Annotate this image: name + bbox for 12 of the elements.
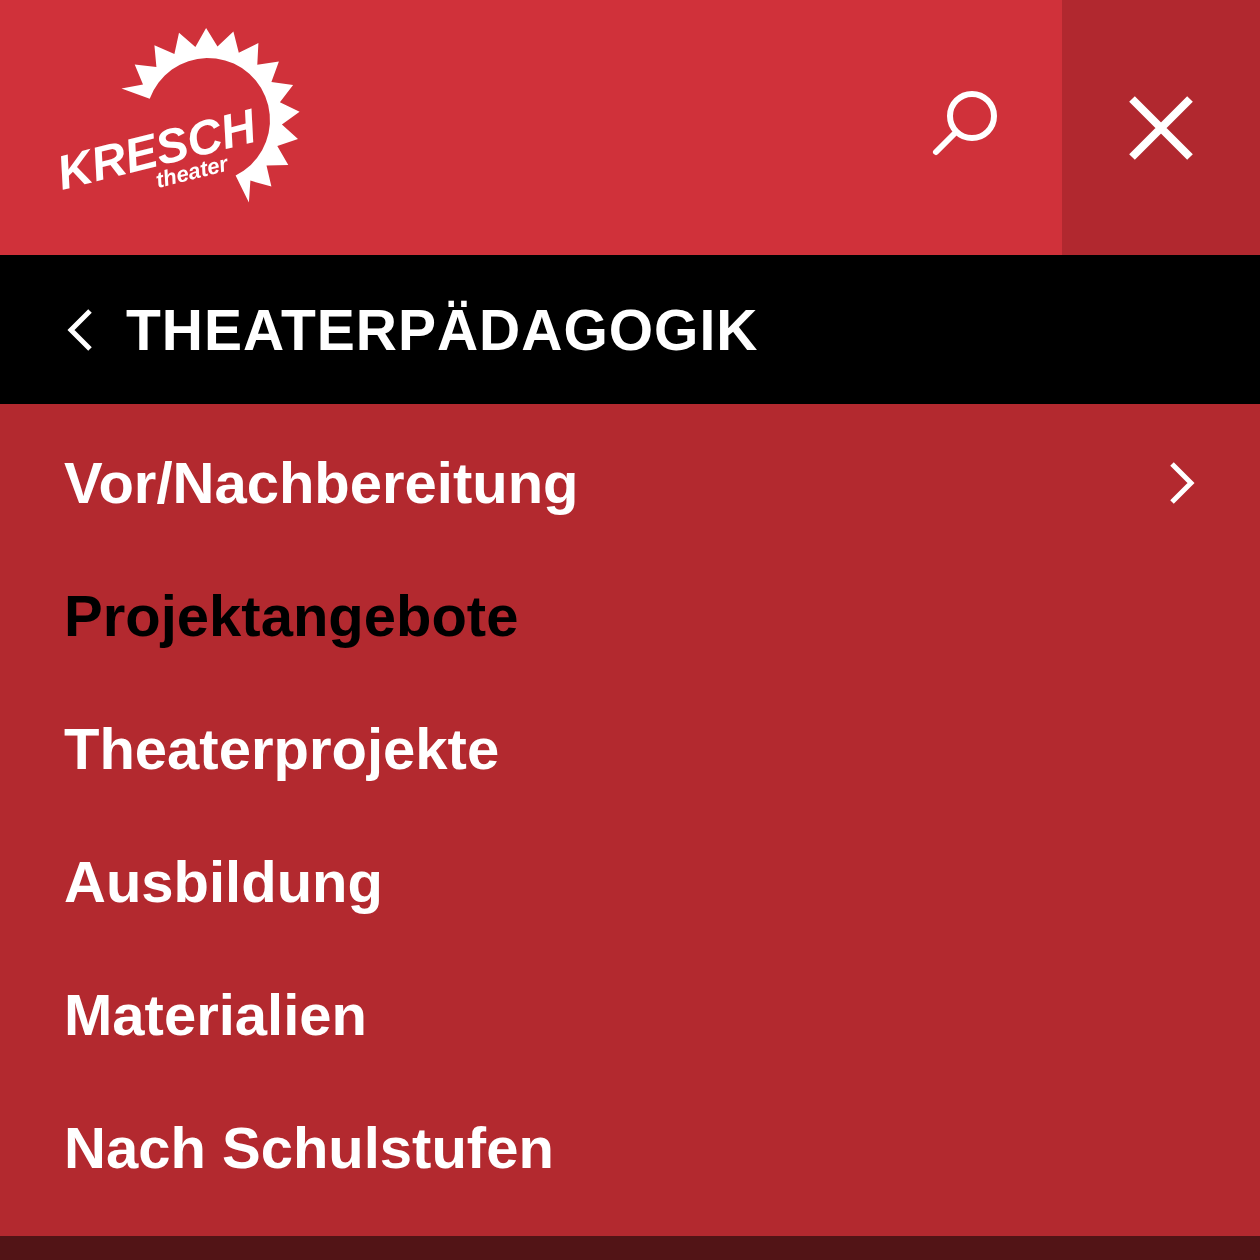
back-icon bbox=[66, 307, 94, 352]
menu-item[interactable]: Ausbildung bbox=[0, 815, 1260, 948]
menu-item[interactable]: Vor/Nachbereitung bbox=[0, 416, 1260, 549]
back-button[interactable] bbox=[66, 307, 94, 352]
menu-item[interactable]: Projektangebote bbox=[0, 549, 1260, 682]
section-title: THEATERPÄDAGOGIK bbox=[126, 296, 759, 363]
menu-item[interactable]: Materialien bbox=[0, 948, 1260, 1081]
chevron-icon bbox=[1168, 460, 1196, 505]
close-button[interactable] bbox=[1062, 0, 1260, 255]
close-icon bbox=[1128, 94, 1194, 161]
menu-item[interactable]: Theaterprojekte bbox=[0, 682, 1260, 815]
menu-item[interactable]: Nach Schulstufen bbox=[0, 1081, 1260, 1214]
